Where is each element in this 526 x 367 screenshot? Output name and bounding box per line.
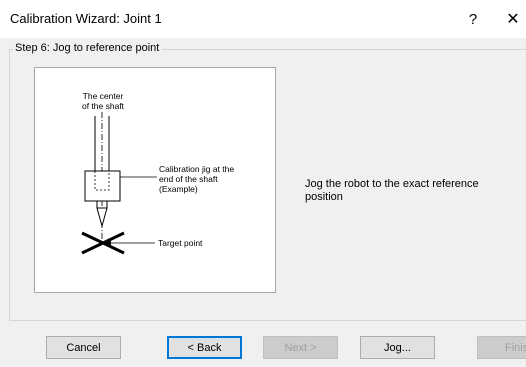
help-button[interactable]: ? (460, 0, 486, 38)
close-icon[interactable]: ✕ (500, 0, 526, 38)
finish-button[interactable]: Finish (477, 336, 526, 359)
step-instruction: Jog the robot to the exact reference pos… (305, 178, 479, 203)
next-button[interactable]: Next > (263, 336, 338, 359)
center-label-line1: The center (83, 91, 124, 101)
title-bar: Calibration Wizard: Joint 1 ? ✕ (0, 0, 526, 38)
step-caption: Step 6: Jog to reference point (13, 42, 163, 54)
reference-diagram: The center of the shaft Calibration jig … (34, 67, 276, 293)
calibration-diagram-graphic: The center of the shaft Calibration jig … (81, 91, 234, 255)
back-button[interactable]: < Back (167, 336, 242, 359)
calibration-jig (84, 170, 121, 202)
calibration-wizard-dialog: Calibration Wizard: Joint 1 ? ✕ Step 6: … (0, 0, 526, 367)
jog-button[interactable]: Jog... (360, 336, 435, 359)
target-label: Target point (158, 238, 203, 248)
jig-label-line3: (Example) (159, 184, 198, 194)
cancel-button[interactable]: Cancel (46, 336, 121, 359)
jig-label-line1: Calibration jig at the (159, 164, 234, 174)
jig-tip (96, 207, 108, 228)
center-label-line2: of the shaft (82, 101, 125, 111)
window-title: Calibration Wizard: Joint 1 (10, 11, 162, 26)
jig-label-line2: end of the shaft (159, 174, 218, 184)
